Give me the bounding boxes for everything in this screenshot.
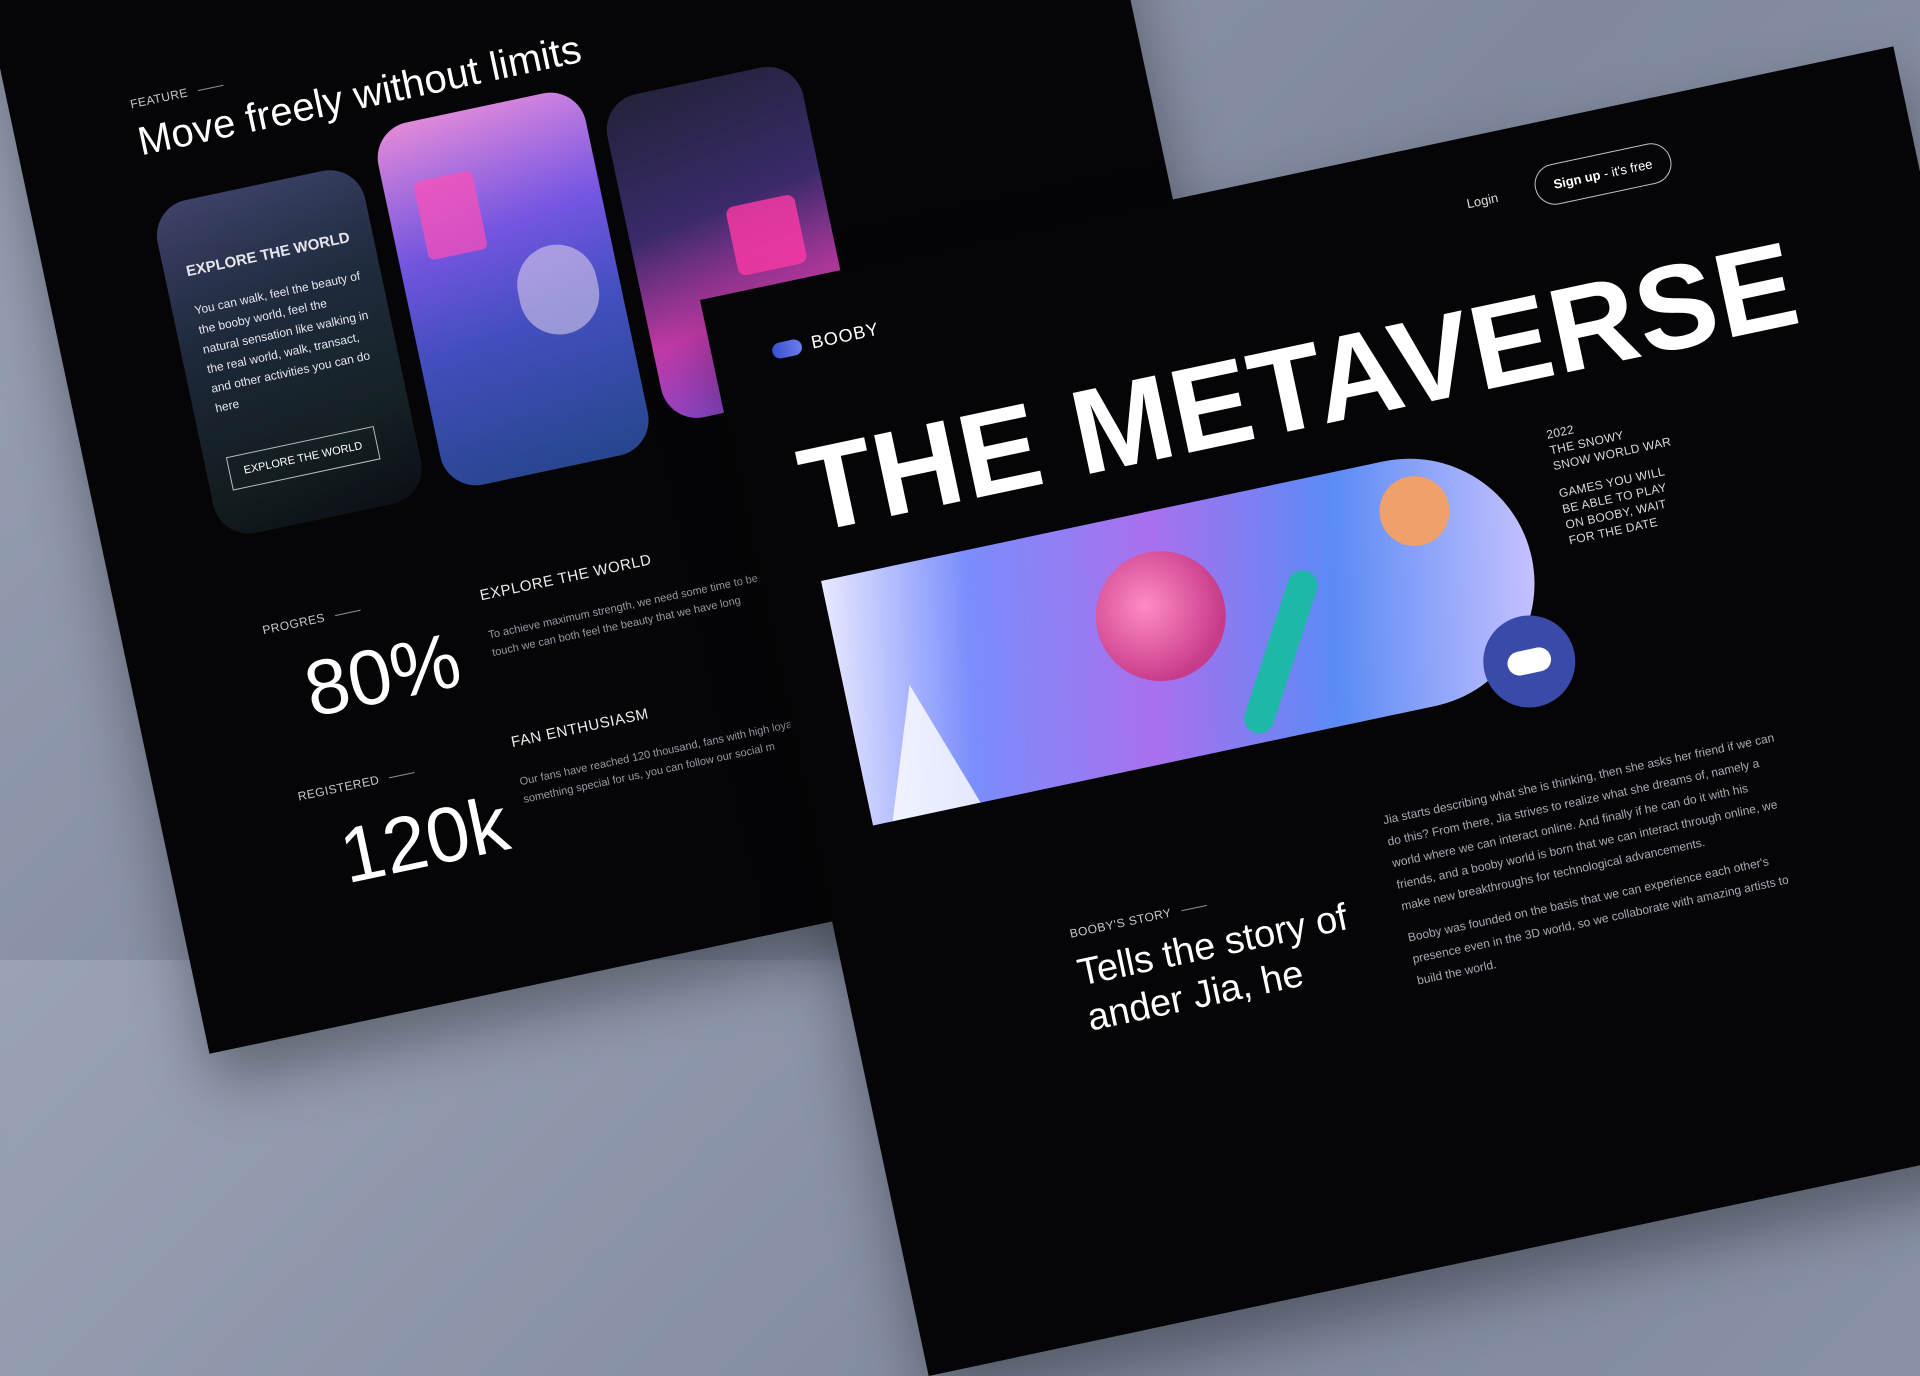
login-link[interactable]: Login	[1465, 190, 1499, 211]
registered-value: 120k	[332, 778, 517, 901]
vr-headset-icon	[1505, 645, 1554, 678]
fans-section-title: FAN ENTHUSIASM	[509, 705, 651, 752]
logo[interactable]: BOOBY	[770, 319, 881, 362]
neon-sign-shape	[724, 193, 808, 277]
registered-label: REGISTERED	[296, 772, 381, 804]
logo-text: BOOBY	[809, 318, 881, 353]
snow-tree-shape	[866, 675, 981, 821]
progress-eyebrow: PROGRES	[261, 603, 361, 637]
signup-button[interactable]: Sign up - it's free	[1530, 139, 1676, 209]
eyebrow-line	[1181, 904, 1207, 911]
logo-mark-icon	[770, 337, 804, 360]
feature-label: FEATURE	[128, 85, 190, 112]
balloon-shape	[1372, 469, 1457, 553]
feature-card-explore[interactable]: EXPLORE THE WORLD You can walk, feel the…	[150, 163, 429, 541]
signup-suffix: - it's free	[1598, 156, 1654, 182]
character-shape	[1083, 539, 1238, 694]
progress-value: 80%	[296, 615, 468, 734]
progress-label: PROGRES	[261, 610, 327, 638]
eyebrow-line	[388, 771, 415, 778]
eyebrow-line	[197, 84, 224, 91]
eyebrow-line	[334, 609, 361, 616]
games-note: GAMES YOU WILL BE ABLE TO PLAY ON BOOBY,…	[1557, 457, 1707, 549]
signup-label: Sign up	[1552, 167, 1602, 192]
snowboard-shape	[1240, 566, 1322, 738]
